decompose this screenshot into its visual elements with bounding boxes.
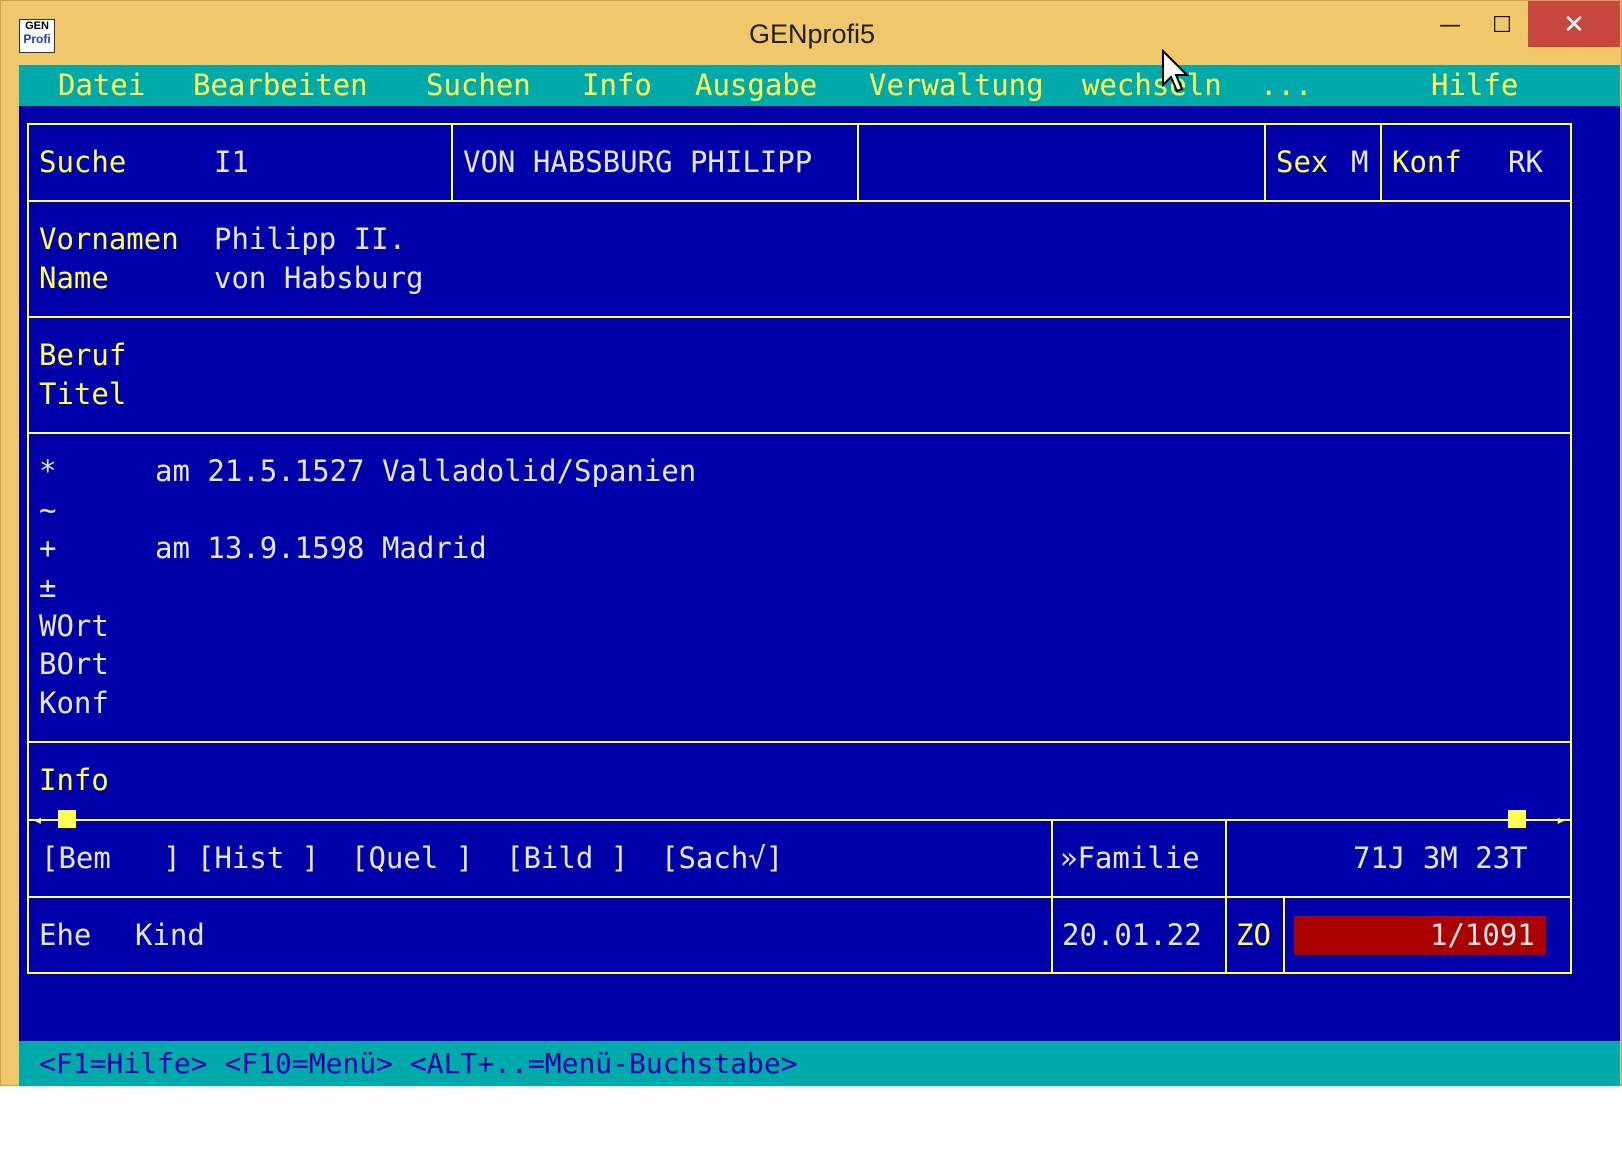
minimize-button[interactable]: —	[1425, 1, 1475, 47]
info-scroll-line	[27, 819, 1572, 821]
header-sep-4	[1380, 123, 1382, 201]
status-text: <F1=Hilfe> <F10=Menü> <ALT+..=Menü-Buchs…	[39, 1047, 798, 1080]
menu-wechseln[interactable]: wechseln	[1082, 65, 1222, 106]
name-value[interactable]: von Habsburg	[214, 260, 424, 296]
info-label: Info	[39, 763, 109, 797]
header-sep-2	[857, 123, 859, 201]
close-button[interactable]: ✕	[1528, 1, 1620, 47]
scroll-right-handle[interactable]	[1508, 810, 1526, 828]
menu-verwaltung[interactable]: Verwaltung	[869, 65, 1044, 106]
status-bar: <F1=Hilfe> <F10=Menü> <ALT+..=Menü-Buchs…	[19, 1041, 1620, 1086]
suche-label: Suche	[39, 145, 127, 179]
ehe-button[interactable]: Ehe	[39, 917, 91, 953]
titel-label: Titel	[39, 377, 127, 411]
scroll-right-arrow-icon[interactable]: ▸	[1556, 812, 1566, 828]
sex-label: Sex	[1276, 145, 1329, 179]
vornamen-label: Vornamen	[39, 222, 179, 256]
divider-3	[27, 432, 1572, 434]
frame-left	[27, 123, 29, 974]
birth-symbol: *	[39, 454, 57, 488]
console-area: Datei Bearbeiten Suchen Info Ausgabe Ver…	[19, 65, 1620, 1086]
konf-value[interactable]: RK	[1508, 144, 1543, 180]
frame-bottom	[27, 972, 1572, 974]
person-name-upper: VON HABSBURG PHILIPP	[463, 145, 813, 179]
birth-text[interactable]: am 21.5.1527 Valladolid/Spanien	[155, 453, 696, 489]
sex-value[interactable]: M	[1351, 144, 1368, 180]
suche-value[interactable]: I1	[214, 144, 249, 180]
scroll-left-handle[interactable]	[58, 810, 76, 828]
burial-symbol: ±	[39, 570, 57, 604]
menu-bar: Datei Bearbeiten Suchen Info Ausgabe Ver…	[19, 65, 1620, 106]
event-konf-label: Konf	[39, 686, 109, 720]
name-label: Name	[39, 261, 109, 295]
record-counter: 1/1091	[1430, 918, 1535, 952]
window-title: GENprofi5	[748, 19, 876, 49]
familie-button[interactable]: »Familie	[1060, 840, 1200, 876]
death-symbol: +	[39, 531, 57, 565]
sach-button[interactable]: [Sach√]	[661, 840, 783, 876]
menu-info[interactable]: Info	[582, 65, 652, 106]
bottom-sep-3	[1283, 896, 1285, 974]
bild-button[interactable]: [Bild ]	[506, 840, 628, 876]
age-value: 71J 3M 23T	[1353, 841, 1528, 875]
divider-1	[27, 200, 1572, 202]
hist-button[interactable]: [Hist ]	[197, 840, 319, 876]
death-text[interactable]: am 13.9.1598 Madrid	[155, 530, 487, 566]
app-window: GEN Profi GENprofi5 — ☐ ✕ Datei Bearbeit…	[0, 0, 1622, 1086]
menu-more[interactable]: ...	[1260, 65, 1312, 106]
menu-suchen[interactable]: Suchen	[426, 65, 531, 106]
konf-label: Konf	[1392, 145, 1462, 179]
beruf-label: Beruf	[39, 338, 127, 372]
header-sep-3	[1264, 123, 1266, 201]
frame-right	[1570, 123, 1572, 974]
menu-hilfe[interactable]: Hilfe	[1431, 65, 1518, 106]
menu-datei[interactable]: Datei	[58, 65, 145, 106]
kind-button[interactable]: Kind	[135, 917, 205, 953]
divider-2	[27, 316, 1572, 318]
header-sep-1	[451, 123, 453, 201]
divider-4	[27, 741, 1572, 743]
divider-5	[27, 896, 1572, 898]
vornamen-value[interactable]: Philipp II.	[214, 221, 406, 257]
bort-label: BOrt	[39, 647, 109, 681]
maximize-button[interactable]: ☐	[1477, 1, 1527, 47]
scroll-left-arrow-icon[interactable]: ◂	[33, 812, 43, 828]
frame-top	[27, 123, 1572, 125]
quel-button[interactable]: [Quel ]	[351, 840, 473, 876]
title-bar[interactable]: GEN Profi GENprofi5 — ☐ ✕	[1, 1, 1622, 63]
mouse-cursor-icon	[1162, 49, 1190, 93]
bem-button[interactable]: [Bem ]	[41, 840, 181, 876]
baptism-symbol: ~	[39, 493, 57, 527]
record-date: 20.01.22	[1062, 918, 1202, 952]
menu-ausgabe[interactable]: Ausgabe	[695, 65, 817, 106]
menu-bearbeiten[interactable]: Bearbeiten	[193, 65, 368, 106]
zo-label: ZO	[1236, 918, 1271, 952]
bottom-sep-1	[1051, 819, 1053, 974]
bottom-sep-2	[1225, 819, 1227, 974]
wort-label: WOrt	[39, 609, 109, 643]
